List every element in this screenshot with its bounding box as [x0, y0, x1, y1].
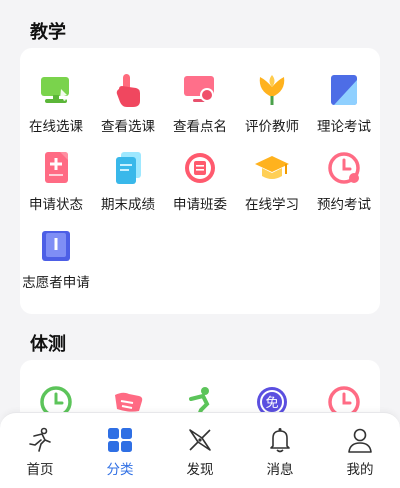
svg-text:免: 免	[265, 396, 278, 411]
grid-item-application-status[interactable]: 申请状态	[20, 126, 92, 213]
tab-messages[interactable]: 消息	[240, 413, 320, 488]
monitor-book-icon	[37, 71, 75, 109]
tab-category[interactable]: 分类	[80, 413, 160, 488]
badge-doc-icon	[181, 149, 219, 187]
grid-item-label: 在线学习	[245, 197, 299, 213]
grid-item-apply-class-committee[interactable]: 申请班委	[164, 126, 236, 213]
grid-item-label: 志愿者申请	[22, 275, 90, 291]
grid-item-evaluate-teacher[interactable]: 评价教师	[236, 48, 308, 135]
grid-item-online-course-selection[interactable]: 在线选课	[20, 48, 92, 135]
grid-item-label: 预约考试	[317, 197, 371, 213]
grid-item-final-grades[interactable]: 期末成绩	[92, 126, 164, 213]
tab-label: 发现	[186, 462, 214, 478]
notebook-icon	[325, 71, 363, 109]
tab-label: 分类	[106, 462, 134, 478]
grid-item-view-roll-call[interactable]: 查看点名	[164, 48, 236, 135]
bottom-tab-bar: 首页 分类 发现 消息 我的	[0, 412, 400, 488]
section-title-fitness-test: 体测	[30, 334, 66, 355]
hand-pointer-icon	[109, 71, 147, 109]
section-title-teaching: 教学	[30, 22, 66, 43]
grid-item-volunteer-application[interactable]: 志愿者申请	[20, 204, 92, 291]
grid-item-label: 期末成绩	[101, 197, 155, 213]
tab-label: 我的	[346, 462, 374, 478]
tab-profile[interactable]: 我的	[320, 413, 400, 488]
bell-icon	[266, 426, 294, 454]
compass-icon	[186, 426, 214, 454]
tab-label: 首页	[26, 462, 54, 478]
runner-outline-icon	[26, 426, 54, 454]
graduation-cap-icon	[253, 149, 291, 187]
stacked-docs-icon	[109, 149, 147, 187]
teaching-card: 在线选课 查看选课 查看点名 评价教师 理论考试 申请状态 期末成绩 申请班委 …	[20, 48, 380, 314]
monitor-person-icon	[181, 71, 219, 109]
grid-item-theory-exam[interactable]: 理论考试	[308, 48, 380, 135]
grid-icon	[106, 426, 134, 454]
grid-item-view-course-selection[interactable]: 查看选课	[92, 48, 164, 135]
grid-item-online-learning[interactable]: 在线学习	[236, 126, 308, 213]
user-icon	[346, 426, 374, 454]
tab-discover[interactable]: 发现	[160, 413, 240, 488]
document-plus-icon	[37, 149, 75, 187]
grid-item-label: 申请班委	[173, 197, 227, 213]
tab-home[interactable]: 首页	[0, 413, 80, 488]
tulip-icon	[253, 71, 291, 109]
open-book-icon	[37, 227, 75, 265]
clock-check-icon	[325, 149, 363, 187]
grid-item-book-exam[interactable]: 预约考试	[308, 126, 380, 213]
tab-label: 消息	[266, 462, 294, 478]
